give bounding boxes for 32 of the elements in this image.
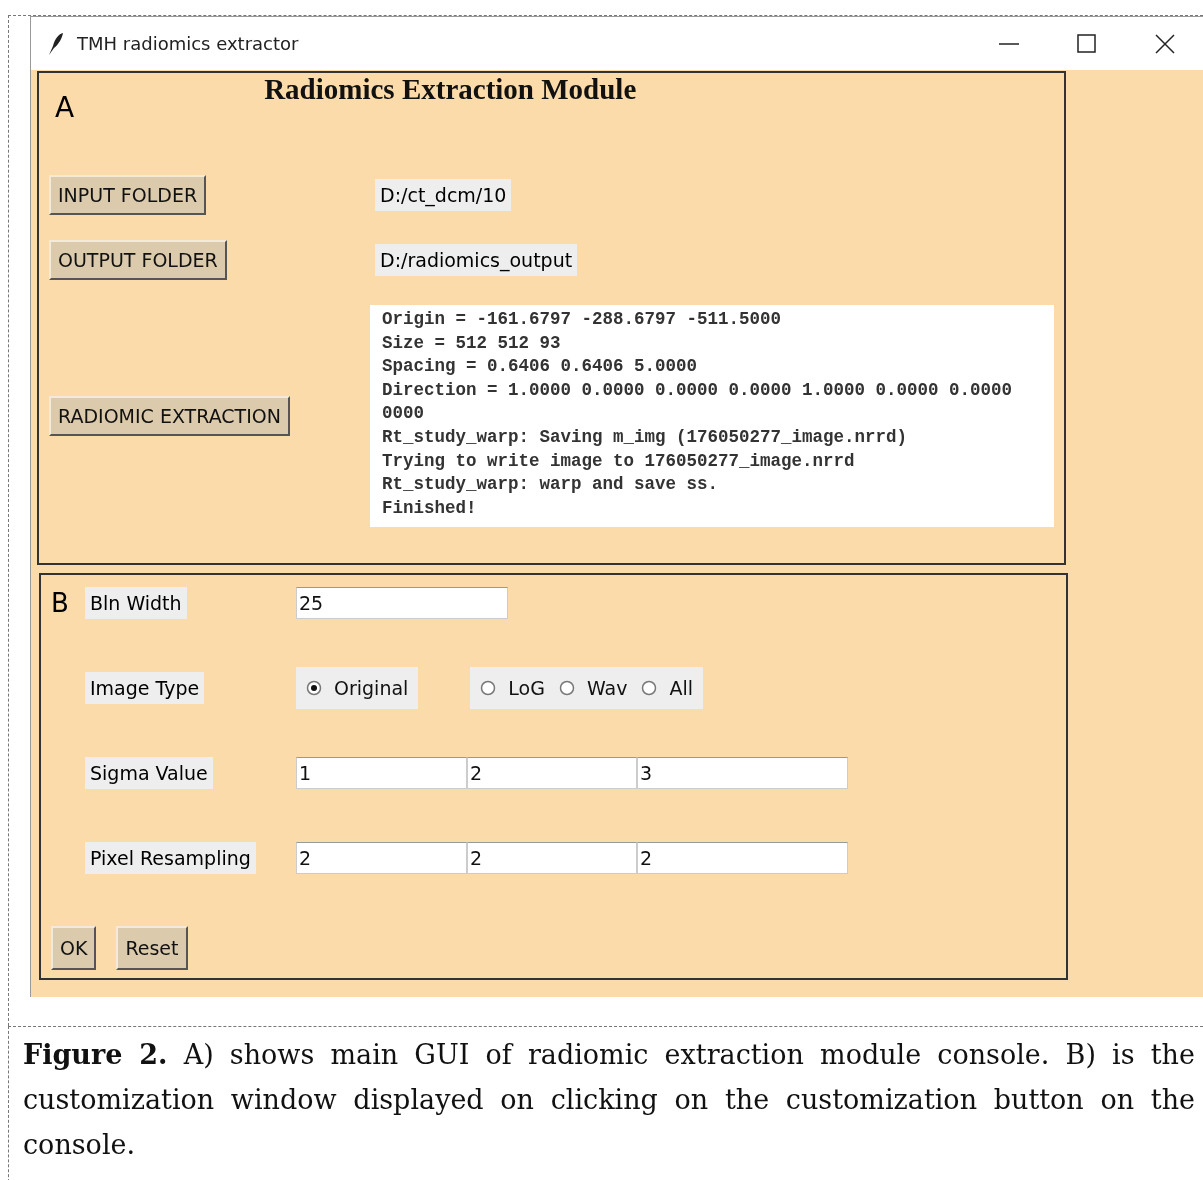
feather-icon — [47, 31, 65, 56]
folder-button[interactable]: INPUT FOLDER — [49, 175, 207, 215]
dialog-button[interactable]: Reset — [116, 926, 188, 970]
field-label: Pixel Resampling — [85, 842, 256, 874]
minimize-icon — [999, 42, 1019, 45]
input-field[interactable]: 25 — [296, 587, 508, 619]
radio-option[interactable]: Original — [302, 677, 413, 699]
window-title: TMH radiomics extractor — [77, 33, 300, 54]
dialog-button[interactable]: OK — [51, 926, 97, 970]
maximize-icon — [1077, 33, 1097, 54]
module-heading: Radiomics Extraction Module — [264, 73, 637, 107]
input-field[interactable]: 2 — [467, 842, 637, 874]
figure-caption: Figure 2. A) shows main GUI of radiomic extraction module console. B) is the customization window displayed on clicking on the customization button on the console. — [23, 1038, 1195, 1162]
panel-label: A — [55, 91, 75, 124]
field-label: Bln Width — [85, 587, 187, 619]
field-label: Sigma Value — [85, 757, 213, 789]
radio-option[interactable]: All — [637, 677, 697, 699]
folder-path: D:/radiomics_output — [375, 244, 578, 276]
radio-option[interactable]: LoG — [476, 677, 549, 699]
input-field[interactable]: 2 — [296, 842, 467, 874]
input-field[interactable]: 2 — [637, 842, 848, 874]
input-field[interactable]: 3 — [637, 757, 848, 789]
input-field[interactable]: 1 — [296, 757, 467, 789]
input-field[interactable]: 2 — [467, 757, 637, 789]
field-label: Image Type — [85, 672, 205, 704]
folder-button[interactable]: OUTPUT FOLDER — [49, 240, 227, 280]
panel-label: B — [51, 588, 70, 618]
close-icon — [1155, 33, 1175, 54]
folder-path: D:/ct_dcm/10 — [375, 179, 512, 211]
extraction-button[interactable]: RADIOMIC EXTRACTION — [49, 396, 290, 436]
log-output: Origin = -161.6797 -288.6797 -511.5000 Size = 512 512 93 Spacing = 0.6406 0.6406 5.0000 Direction = 1.0000 0.0000 0.0000 0.0000 1.0000 0.0000 0.0000 0000 Rt_study_warp: Saving m_img (176050277_image.nrrd) Trying to write image to 176050277_image.nrrd Rt_study_warp: warp and save ss. Finished! — [370, 305, 1054, 527]
radio-option[interactable]: Wav — [554, 677, 632, 699]
